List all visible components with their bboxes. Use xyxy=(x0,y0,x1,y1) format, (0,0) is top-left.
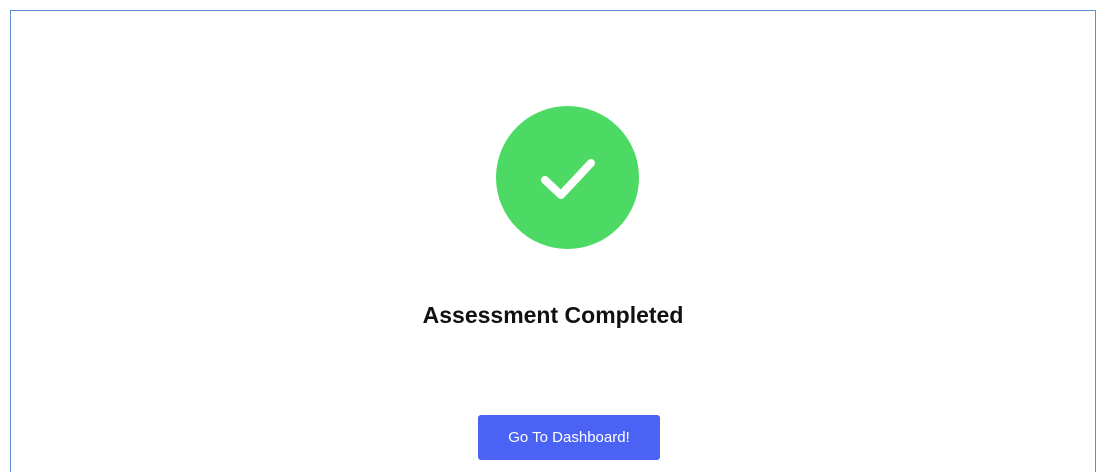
completion-panel: Assessment Completed Go To Dashboard! xyxy=(10,10,1096,472)
go-to-dashboard-button[interactable]: Go To Dashboard! xyxy=(478,415,660,460)
success-badge xyxy=(496,106,639,249)
page-title: Assessment Completed xyxy=(422,302,684,328)
checkmark-icon xyxy=(540,158,595,199)
